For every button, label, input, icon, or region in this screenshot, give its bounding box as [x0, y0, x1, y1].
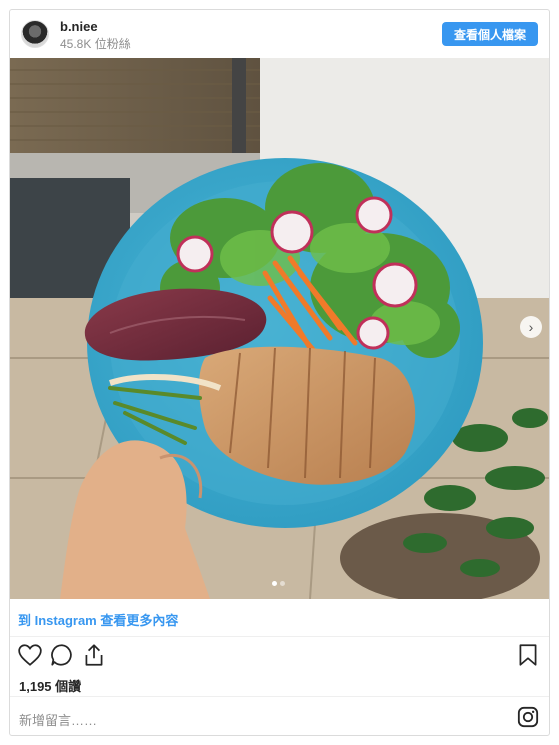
comment-icon[interactable]: [49, 642, 75, 668]
like-count[interactable]: 1,195 個讚: [19, 676, 81, 695]
bookmark-icon[interactable]: [515, 642, 541, 668]
instagram-embed-card: b.niee 45.8K 位粉絲 查看個人檔案 › 到 Instagram 查看…: [9, 9, 550, 736]
view-more-on-instagram-link[interactable]: 到 Instagram 查看更多內容: [10, 599, 549, 637]
instagram-logo-icon[interactable]: [517, 706, 539, 728]
heart-icon[interactable]: [17, 642, 43, 668]
share-icon[interactable]: [81, 642, 107, 668]
chevron-right-icon: ›: [528, 319, 534, 335]
post-photo[interactable]: ›: [10, 58, 549, 599]
avatar[interactable]: [21, 20, 49, 48]
carousel-dot-active: [272, 581, 277, 586]
view-profile-button[interactable]: 查看個人檔案: [442, 22, 538, 46]
comment-bar: 新增留言……: [10, 696, 549, 735]
next-photo-button[interactable]: ›: [520, 316, 542, 338]
carousel-dot: [280, 581, 285, 586]
food-plate-image: [10, 58, 549, 599]
follower-count: 45.8K 位粉絲: [60, 37, 131, 51]
add-comment-input[interactable]: 新增留言……: [19, 710, 97, 729]
post-header: b.niee 45.8K 位粉絲 查看個人檔案: [10, 10, 549, 58]
carousel-indicator: [272, 581, 285, 586]
username[interactable]: b.niee: [60, 19, 98, 34]
post-actions: [10, 642, 549, 672]
